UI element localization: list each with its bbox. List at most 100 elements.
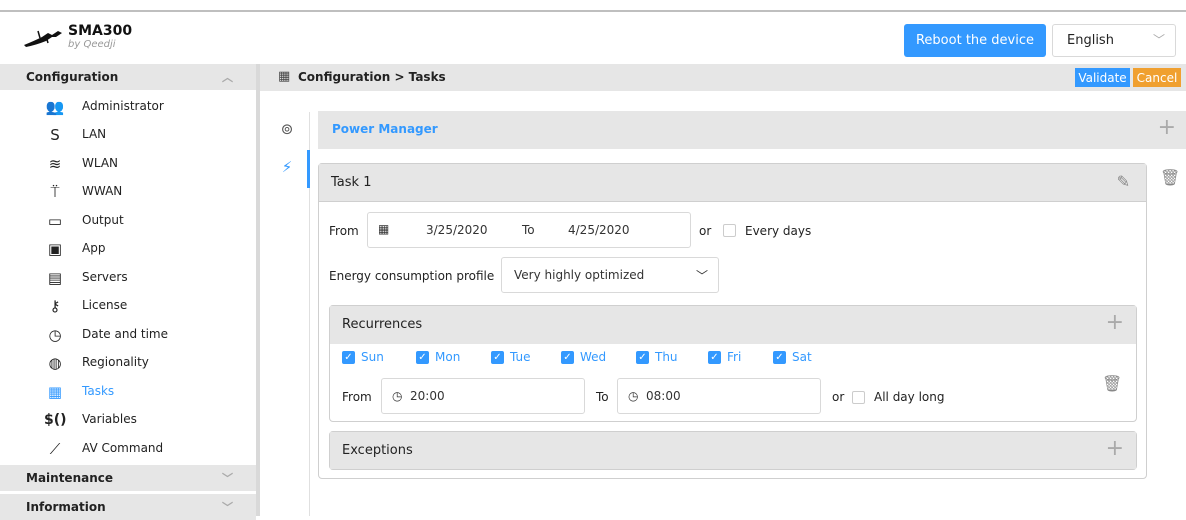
variables-icon: $() [44,412,67,428]
antenna-icon: ⍡ [50,183,60,201]
section-title: Configuration [26,70,119,84]
sidebar-item-date-and-time[interactable]: ◷ Date and time [0,321,256,349]
from-time-label: From [342,390,372,404]
sidebar-item-regionality[interactable]: ◍ Regionality [0,349,256,377]
task-card: Task 1 ✎ From ▦ 3/25/2020 To 4/25/2020 o… [318,163,1147,479]
clock-icon: ◷ [628,389,639,403]
checkbox-checked-icon[interactable]: ✓ [342,351,355,364]
exceptions-title: Exceptions [342,443,413,458]
checkbox-checked-icon[interactable]: ✓ [773,351,786,364]
power-manager-title: Power Manager [332,122,438,136]
chevron-down-icon: ﹀ [222,472,233,485]
vertical-tab-column: ⊚ ⚡ [268,112,310,516]
from-label: From [329,224,359,238]
profile-select[interactable]: Very highly optimized ﹀ [501,257,719,293]
sidebar-item-label: Regionality [82,355,149,369]
sidebar-section-maintenance[interactable]: Maintenance ﹀ [0,465,256,491]
users-icon: 👥 [45,98,65,116]
sidebar-item-wwan[interactable]: ⍡ WWAN [0,178,256,206]
validate-button[interactable]: Validate [1075,68,1130,87]
app-header: SMA300 by Qeedji Reboot the device Engli… [0,10,1186,64]
sidebar-item-label: WWAN [82,184,123,198]
sidebar-item-av-command[interactable]: ⟋ AV Command [0,435,256,463]
logo: SMA300 by Qeedji [22,23,222,55]
sidebar-item-wlan[interactable]: ≋ WLAN [0,150,256,178]
power-manager-bar[interactable]: Power Manager + [318,111,1186,149]
chevron-up-icon: ︿ [222,71,233,84]
days-row: ✓ Sun ✓ Mon ✓ Tue ✓ Wed ✓ Thu ✓ Fri ✓ Sa… [330,344,1136,374]
lizard-logo-icon [24,30,62,47]
lan-cable-icon: S [50,126,60,144]
sidebar-item-label: App [82,241,106,255]
recurrences-header: Recurrences + [330,306,1136,344]
brand-subtitle: by Qeedji [68,39,116,50]
trash-icon[interactable]: 🗑 [1102,374,1122,393]
all-day-checkbox[interactable] [852,391,865,404]
section-title: Maintenance [26,471,114,485]
to-date-value: 4/25/2020 [568,223,630,237]
exceptions-header[interactable]: Exceptions + [330,432,1136,469]
sidebar-item-servers[interactable]: ▤ Servers [0,264,256,292]
sidebar-item-label: Administrator [82,99,164,113]
globe-icon: ◍ [48,354,62,372]
trash-icon[interactable]: 🗑 [1160,168,1180,187]
sidebar-item-label: Variables [82,412,137,426]
sidebar-item-label: Servers [82,270,128,284]
reboot-button[interactable]: Reboot the device [904,24,1046,57]
sidebar-item-label: Tasks [82,384,115,398]
from-date-value: 3/25/2020 [426,223,488,237]
sidebar-divider[interactable] [256,64,260,516]
sidebar-section-configuration[interactable]: Configuration ︿ [0,64,256,90]
checkbox-checked-icon[interactable]: ✓ [416,351,429,364]
checkbox-checked-icon[interactable]: ✓ [561,351,574,364]
add-icon[interactable]: + [1106,312,1124,334]
from-time-input[interactable]: ◷ 20:00 [381,378,585,414]
checkbox-checked-icon[interactable]: ✓ [636,351,649,364]
language-select[interactable]: English ﹀ [1052,24,1176,57]
sidebar-item-label: Output [82,213,124,227]
power-bolt-icon[interactable]: ⚡ [276,158,298,180]
sidebar-item-license[interactable]: ⚷ License [0,292,256,320]
sidebar-item-lan[interactable]: S LAN [0,121,256,149]
microphone-icon: ⟋ [49,440,61,458]
to-label: To [522,223,535,237]
power-settings-icon[interactable]: ⊚ [276,120,298,142]
day-label: Mon [435,350,461,364]
to-time-input[interactable]: ◷ 08:00 [617,378,821,414]
sidebar-item-app[interactable]: ▣ App [0,235,256,263]
checkbox-checked-icon[interactable]: ✓ [708,351,721,364]
sidebar-item-output[interactable]: ▭ Output [0,207,256,235]
sidebar-item-label: Date and time [82,327,168,341]
checkbox-checked-icon[interactable]: ✓ [491,351,504,364]
monitor-icon: ▭ [47,212,63,230]
wifi-icon: ≋ [48,155,62,173]
sidebar-item-tasks[interactable]: ▦ Tasks [0,378,256,406]
or-label: or [832,390,845,404]
all-day-label: All day long [874,390,945,404]
breadcrumb: ▦ Configuration > Tasks [260,64,1186,91]
sidebar-section-information[interactable]: Information ﹀ [0,494,256,520]
date-range-input[interactable]: ▦ 3/25/2020 To 4/25/2020 [367,212,691,248]
clock-icon: ◷ [48,326,62,344]
sidebar-item-label: AV Command [82,441,164,455]
to-time-value: 08:00 [646,389,681,403]
day-label: Thu [655,350,678,364]
chevron-down-icon: ﹀ [222,501,233,514]
cancel-button[interactable]: Cancel [1133,68,1181,87]
exceptions-card: Exceptions + [329,431,1137,470]
edit-icon[interactable]: ✎ [1117,172,1130,191]
sidebar-item-variables[interactable]: $() Variables [0,406,256,434]
profile-value: Very highly optimized [514,268,645,282]
calendar-icon: ▦ [278,69,291,84]
day-label: Sun [361,350,384,364]
every-days-checkbox[interactable] [723,224,736,237]
day-label: Fri [727,350,742,364]
task-title: Task 1 [331,175,372,190]
clock-icon: ◷ [392,389,403,403]
calendar-icon: ▦ [378,222,390,236]
sidebar-item-administrator[interactable]: 👥 Administrator [0,93,256,121]
calendar-icon: ▦ [47,383,63,401]
add-icon[interactable]: + [1106,438,1124,460]
language-value: English [1067,33,1114,48]
add-icon[interactable]: + [1158,117,1176,139]
